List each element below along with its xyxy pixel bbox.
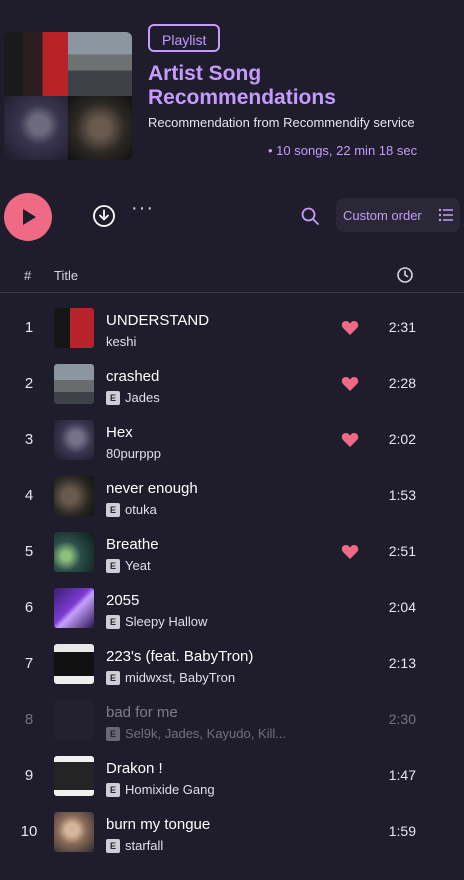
playlist-cover	[4, 32, 132, 160]
track-artwork	[54, 364, 94, 404]
track-number: 4	[24, 487, 34, 504]
track-artwork	[54, 476, 94, 516]
track-row[interactable]: 4 never enough Eotuka 1:53	[0, 468, 464, 524]
track-title[interactable]: Drakon !	[106, 760, 163, 777]
explicit-badge: E	[106, 783, 120, 797]
playlist-meta: • 10 songs, 22 min 18 sec	[268, 143, 418, 158]
track-artwork	[54, 588, 94, 628]
track-artist[interactable]: Sel9k, Jades, Kayudo, Kill...	[125, 726, 286, 741]
heart-icon[interactable]	[341, 544, 359, 560]
track-row[interactable]: 5 Breathe E Yeat 2:51	[0, 524, 464, 580]
download-icon[interactable]	[92, 204, 116, 228]
track-duration: 2:13	[388, 655, 416, 671]
track-duration: 2:04	[388, 599, 416, 615]
track-artist[interactable]: otuka	[125, 502, 157, 517]
explicit-badge: E	[106, 671, 120, 685]
playlist-title: Artist Song Recommendations	[148, 62, 336, 109]
track-title[interactable]: UNDERSTAND	[106, 312, 209, 329]
play-icon	[23, 209, 36, 225]
track-duration: 2:31	[388, 319, 416, 335]
playlist-description: Recommendation from Recommendify service	[148, 115, 415, 130]
track-row[interactable]: 1 UNDERSTAND keshi 2:31	[0, 300, 464, 356]
cover-art-4	[68, 96, 132, 160]
track-row[interactable]: 10 burn my tongue Estarfall 1:59	[0, 804, 464, 860]
explicit-badge: E	[106, 839, 120, 853]
track-artist[interactable]: 80purppp	[106, 446, 161, 461]
explicit-badge: E	[106, 727, 120, 741]
track-duration: 1:47	[388, 767, 416, 783]
track-number: 8	[24, 711, 34, 728]
track-duration: 2:30	[388, 711, 416, 727]
track-title[interactable]: Breathe	[106, 536, 159, 553]
track-duration: 2:02	[388, 431, 416, 447]
track-duration: 1:53	[388, 487, 416, 503]
explicit-badge: E	[106, 391, 120, 405]
track-title[interactable]: 2055	[106, 592, 139, 609]
track-number: 6	[24, 599, 34, 616]
track-row[interactable]: 8 bad for me E Sel9k, Jades, Kayudo, Kill…	[0, 692, 464, 748]
track-number: 1	[24, 319, 34, 336]
track-number: 5	[24, 543, 34, 560]
column-title[interactable]: Title	[54, 268, 78, 283]
track-title[interactable]: burn my tongue	[106, 816, 210, 833]
track-duration: 2:51	[388, 543, 416, 559]
track-title[interactable]: bad for me	[106, 704, 178, 721]
heart-icon[interactable]	[341, 376, 359, 392]
track-duration: 2:28	[388, 375, 416, 391]
clock-icon	[397, 267, 413, 283]
sort-order-button[interactable]: Custom order	[336, 198, 460, 232]
track-artwork	[54, 308, 94, 348]
track-number: 9	[24, 767, 34, 784]
cover-art-1	[4, 32, 68, 96]
explicit-badge: E	[106, 615, 120, 629]
track-list: 1 UNDERSTAND keshi 2:31 2 crashed E Jades…	[0, 300, 464, 860]
track-title[interactable]: never enough	[106, 480, 198, 497]
search-icon[interactable]	[300, 206, 320, 226]
track-artist[interactable]: midwxst, BabyTron	[125, 670, 235, 685]
explicit-badge: E	[106, 559, 120, 573]
track-artist[interactable]: keshi	[106, 334, 136, 349]
track-artist[interactable]: starfall	[125, 838, 163, 853]
track-duration: 1:59	[388, 823, 416, 839]
track-artwork	[54, 700, 94, 740]
track-title[interactable]: crashed	[106, 368, 159, 385]
playlist-type-badge: Playlist	[148, 24, 221, 52]
track-artist[interactable]: Homixide Gang	[125, 782, 215, 797]
explicit-badge: E	[106, 503, 120, 517]
sort-order-label: Custom order	[343, 208, 422, 223]
track-row[interactable]: 2 crashed E Jades 2:28	[0, 356, 464, 412]
playlist-header: Playlist Artist Song Recommendations Rec…	[0, 0, 464, 170]
cover-art-3	[4, 96, 68, 160]
track-row[interactable]: 9 Drakon ! E Homixide Gang 1:47	[0, 748, 464, 804]
track-artist[interactable]: Yeat	[125, 558, 151, 573]
track-row[interactable]: 3 Hex 80purppp 2:02	[0, 412, 464, 468]
track-artwork	[54, 812, 94, 852]
track-title[interactable]: 223's (feat. BabyTron)	[106, 648, 253, 665]
heart-icon[interactable]	[341, 320, 359, 336]
track-number: 10	[20, 823, 38, 840]
play-button[interactable]	[4, 193, 52, 241]
track-row[interactable]: 7 223's (feat. BabyTron) Emidwxst, BabyT…	[0, 636, 464, 692]
column-number: #	[24, 268, 32, 283]
track-number: 7	[24, 655, 34, 672]
heart-icon[interactable]	[341, 432, 359, 448]
track-artwork	[54, 532, 94, 572]
list-icon	[438, 208, 453, 222]
playlist-toolbar: ··· Custom order	[0, 190, 464, 242]
cover-art-2	[68, 32, 132, 96]
more-options-icon[interactable]: ···	[131, 198, 157, 222]
track-artwork	[54, 420, 94, 460]
track-artwork	[54, 756, 94, 796]
track-number: 2	[24, 375, 34, 392]
track-row[interactable]: 6 2055 E Sleepy Hallow 2:04	[0, 580, 464, 636]
track-number: 3	[24, 431, 34, 448]
track-title[interactable]: Hex	[106, 424, 133, 441]
track-artwork	[54, 644, 94, 684]
track-artist[interactable]: Sleepy Hallow	[125, 614, 207, 629]
track-table-header: # Title	[0, 260, 464, 293]
track-artist[interactable]: Jades	[125, 390, 160, 405]
